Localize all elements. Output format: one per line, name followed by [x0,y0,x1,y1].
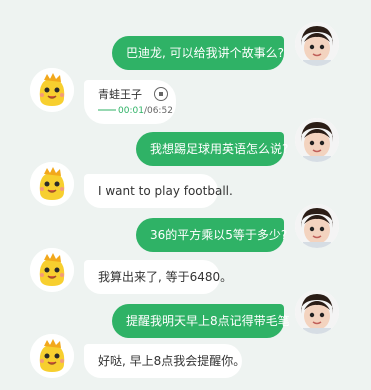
stop-icon[interactable] [154,87,168,101]
child-avatar-icon [295,118,339,162]
user-avatar[interactable] [295,118,339,162]
child-avatar-icon [295,290,339,334]
message-text: 我想踢足球用英语怎么说? [150,142,289,156]
bot-message-2: 我算出来了, 等于6480。 [84,260,232,294]
user-message-2: 我想踢足球用英语怎么说? [136,132,288,166]
bot-message-3: 好哒, 早上8点我会提醒你。 [84,344,246,378]
bot-avatar [30,248,74,292]
user-avatar[interactable] [295,290,339,334]
user-avatar[interactable] [295,204,339,248]
message-text: 好哒, 早上8点我会提醒你。 [98,354,246,368]
audio-current-time: 00:01 [118,106,144,116]
child-avatar-icon [295,204,339,248]
message-text: 巴迪龙, 可以给我讲个故事么? [126,46,284,60]
user-message-1: 巴迪龙, 可以给我讲个故事么? [112,36,284,70]
message-text: 我算出来了, 等于6480。 [98,270,233,284]
audio-total-time: 06:52 [146,106,173,116]
yellow-dinosaur-icon [30,162,74,206]
yellow-dinosaur-icon [30,334,74,378]
audio-title: 青蛙王子 [98,88,142,101]
audio-progress-bar[interactable] [98,109,116,111]
yellow-dinosaur-icon [30,248,74,292]
user-avatar[interactable] [295,22,339,66]
bot-message-1: I want to play football. [84,174,233,208]
audio-message[interactable]: 青蛙王子 00:01/06:52 [84,80,176,124]
user-message-4: 提醒我明天早上8点记得带毛笔 [112,304,290,338]
audio-time: 00:01/06:52 [118,106,173,116]
yellow-dinosaur-icon [30,68,74,112]
message-text: 36的平方乘以5等于多少? [150,228,288,242]
message-text: I want to play football. [98,184,233,198]
child-avatar-icon [295,22,339,66]
message-text: 提醒我明天早上8点记得带毛笔 [126,314,290,328]
bot-avatar [30,68,74,112]
user-message-3: 36的平方乘以5等于多少? [136,218,288,252]
bot-avatar [30,334,74,378]
bot-avatar [30,162,74,206]
